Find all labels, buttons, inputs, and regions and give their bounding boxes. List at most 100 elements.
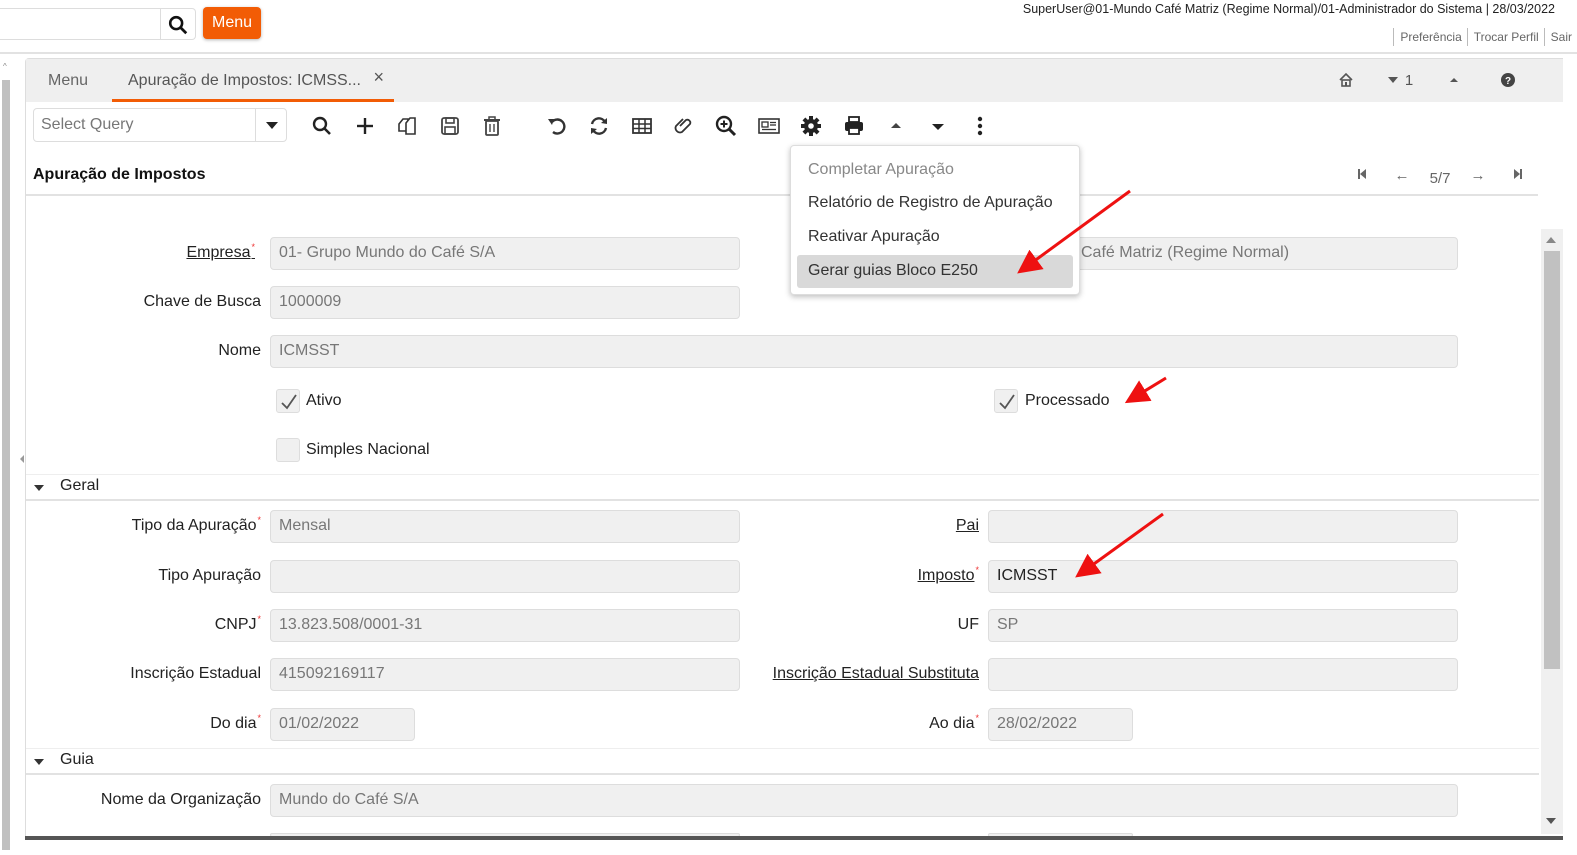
ao-dia-field[interactable]: 28/02/2022	[988, 708, 1133, 741]
dropdown-divider	[255, 109, 256, 141]
section-guia-header[interactable]: Guia	[26, 749, 1539, 775]
imposto-label[interactable]: Imposto*	[918, 565, 979, 585]
expand-triangle-icon	[34, 759, 44, 765]
caret-down-icon	[932, 124, 944, 130]
collapse-panel-icon[interactable]	[20, 455, 24, 463]
next-record-arrow-icon[interactable]: →	[1458, 167, 1498, 184]
chave-busca-field[interactable]: 1000009	[270, 286, 740, 319]
close-tab-icon[interactable]: ×	[373, 67, 384, 88]
section-geral-header[interactable]: Geral	[26, 475, 1539, 501]
uf-label: UF	[957, 616, 979, 633]
tab-menu[interactable]: Menu	[48, 59, 88, 102]
save-button[interactable]	[437, 113, 463, 139]
chave-busca-label: Chave de Busca	[143, 293, 261, 310]
global-search-input[interactable]	[0, 8, 196, 40]
recent-items-button[interactable]: 1	[1373, 69, 1427, 91]
search-icon[interactable]	[167, 14, 189, 36]
collapse-header-button[interactable]	[1427, 69, 1481, 91]
delete-button[interactable]	[479, 113, 505, 139]
tab-apuracao-impostos[interactable]: Apuração de Impostos: ICMSS... ×	[112, 59, 394, 102]
uf-field[interactable]: SP	[988, 609, 1458, 642]
simples-nacional-label: Simples Nacional	[306, 441, 430, 458]
empresa-label[interactable]: Empresa*	[186, 242, 255, 262]
copy-icon	[398, 117, 416, 135]
print-button[interactable]	[841, 113, 867, 139]
previous-record-arrow-icon[interactable]: ←	[1382, 167, 1422, 184]
home-button[interactable]	[1319, 69, 1373, 91]
processado-label: Processado	[1025, 392, 1110, 409]
left-panel-scrollbar[interactable]	[2, 80, 10, 850]
pai-label[interactable]: Pai	[956, 517, 979, 535]
search-button[interactable]	[309, 113, 335, 139]
tipo-apuracao-label: Tipo Apuração	[158, 567, 261, 584]
tab-tools: 1 ?	[1319, 69, 1535, 91]
refresh-button[interactable]	[586, 113, 612, 139]
report-icon	[758, 118, 780, 134]
empresa-field[interactable]: 01- Grupo Mundo do Café S/A	[270, 237, 740, 270]
scroll-thumb[interactable]	[1544, 251, 1560, 669]
pai-field[interactable]	[988, 510, 1458, 543]
checkmark-icon	[281, 394, 297, 410]
next-record-button[interactable]	[925, 113, 951, 139]
caret-up-icon	[1450, 78, 1458, 82]
menu-item-relatorio-registro[interactable]: Relatório de Registro de Apuração	[797, 187, 1073, 220]
tipo-da-apuracao-label: Tipo da Apuração*	[131, 515, 261, 534]
tipo-da-apuracao-field[interactable]: Mensal	[270, 510, 740, 543]
scroll-up-icon[interactable]	[1546, 237, 1556, 243]
window-bottom-border	[25, 836, 1563, 840]
menu-item-completar-apuracao[interactable]: Completar Apuração	[797, 154, 1073, 187]
more-options-button[interactable]	[967, 113, 993, 139]
undo-button[interactable]	[544, 113, 570, 139]
ao-dia-label: Ao dia*	[929, 713, 979, 732]
form-scrollbar[interactable]	[1541, 229, 1563, 834]
preferences-link[interactable]: Preferência	[1393, 28, 1466, 46]
processado-checkbox[interactable]	[994, 389, 1018, 413]
copy-record-button[interactable]	[394, 113, 420, 139]
collapse-marker-icon: ^	[3, 62, 7, 71]
search-icon	[312, 116, 331, 135]
nome-label: Nome	[218, 342, 261, 359]
vertical-dots-icon	[977, 116, 983, 136]
logout-link[interactable]: Sair	[1543, 28, 1577, 46]
menu-item-reativar-apuracao[interactable]: Reativar Apuração	[797, 221, 1073, 254]
new-record-button[interactable]	[352, 113, 378, 139]
previous-record-button[interactable]	[883, 113, 909, 139]
last-record-icon[interactable]	[1498, 167, 1538, 184]
ie-substituta-label[interactable]: Inscrição Estadual Substituta	[773, 665, 979, 683]
nome-organizacao-label: Nome da Organização	[100, 791, 261, 808]
menu-button[interactable]: Menu	[203, 7, 261, 39]
tipo-apuracao-field[interactable]	[270, 560, 740, 593]
imposto-field[interactable]: ICMSST	[988, 560, 1458, 593]
report-button[interactable]	[756, 113, 782, 139]
ie-substituta-field[interactable]	[988, 658, 1458, 691]
select-query-dropdown[interactable]: Select Query	[33, 108, 287, 142]
expand-triangle-icon	[34, 485, 44, 491]
cnpj-field[interactable]: 13.823.508/0001-31	[270, 609, 740, 642]
help-icon: ?	[1501, 73, 1515, 87]
plus-icon	[357, 118, 373, 134]
zoom-across-button[interactable]	[713, 113, 739, 139]
ativo-checkbox[interactable]	[276, 389, 300, 413]
tab-bar: Menu Apuração de Impostos: ICMSS... × 1 …	[26, 59, 1563, 102]
menu-item-gerar-guias-e250[interactable]: Gerar guias Bloco E250	[797, 255, 1073, 288]
attachment-button[interactable]	[671, 113, 697, 139]
home-icon	[1339, 72, 1353, 87]
first-record-icon[interactable]	[1342, 167, 1382, 184]
process-button[interactable]	[798, 113, 824, 139]
simples-nacional-checkbox[interactable]	[276, 438, 300, 462]
checkmark-icon	[999, 394, 1015, 410]
inscricao-estadual-field[interactable]: 415092169117	[270, 658, 740, 691]
switch-profile-link[interactable]: Trocar Perfil	[1466, 28, 1544, 46]
scroll-down-icon[interactable]	[1546, 818, 1556, 824]
caret-down-icon	[1387, 77, 1398, 83]
nome-field[interactable]: ICMSST	[270, 335, 1458, 368]
toolbar: Select Query	[26, 102, 1563, 148]
do-dia-field[interactable]: 01/02/2022	[270, 708, 415, 741]
toggle-grid-button[interactable]	[629, 113, 655, 139]
tab-label: Apuração de Impostos: ICMSS...	[128, 71, 361, 89]
help-button[interactable]: ?	[1481, 69, 1535, 91]
nome-organizacao-field[interactable]: Mundo do Café S/A	[270, 784, 1458, 817]
printer-icon	[845, 116, 863, 135]
user-context-info: SuperUser@01-Mundo Café Matriz (Regime N…	[1022, 2, 1555, 16]
chevron-down-icon	[266, 122, 278, 129]
